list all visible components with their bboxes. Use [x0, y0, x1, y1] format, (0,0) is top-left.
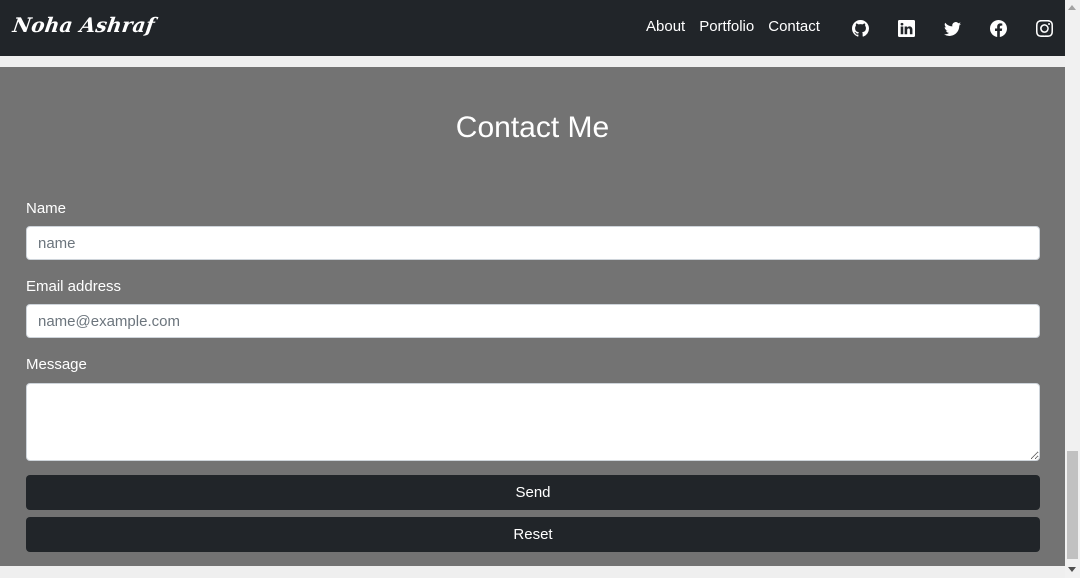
scroll-down-arrow-icon[interactable]: [1068, 567, 1076, 572]
message-label: Message: [26, 356, 87, 373]
reset-button[interactable]: Reset: [26, 517, 1040, 552]
nav-link-about[interactable]: About: [646, 18, 685, 35]
scrollbar-thumb[interactable]: [1067, 451, 1078, 559]
page-bottom-strip: [0, 566, 1065, 578]
page: Noha Ashraf About Portfolio Contact Cont…: [0, 0, 1080, 578]
contact-title: Contact Me: [455, 111, 610, 144]
contact-section: Contact Me Name Email address Message Se…: [0, 67, 1065, 566]
social-links: [850, 18, 1054, 38]
scroll-up-arrow-icon[interactable]: [1068, 5, 1076, 10]
name-input[interactable]: [26, 226, 1040, 260]
nav-link-portfolio[interactable]: Portfolio: [699, 18, 754, 35]
facebook-icon[interactable]: [988, 18, 1008, 38]
instagram-icon[interactable]: [1034, 18, 1054, 38]
linkedin-icon[interactable]: [896, 18, 916, 38]
github-icon[interactable]: [850, 18, 870, 38]
send-button[interactable]: Send: [26, 475, 1040, 510]
nav-link-contact[interactable]: Contact: [768, 18, 820, 35]
email-label: Email address: [26, 278, 122, 295]
email-input[interactable]: [26, 304, 1040, 338]
vertical-scrollbar[interactable]: [1065, 0, 1080, 578]
brand-logo[interactable]: Noha Ashraf: [11, 13, 156, 37]
name-label: Name: [26, 200, 67, 217]
twitter-icon[interactable]: [942, 18, 962, 38]
nav-links: About Portfolio Contact: [646, 18, 820, 35]
navbar: Noha Ashraf About Portfolio Contact: [0, 0, 1065, 56]
message-textarea[interactable]: [26, 383, 1040, 461]
